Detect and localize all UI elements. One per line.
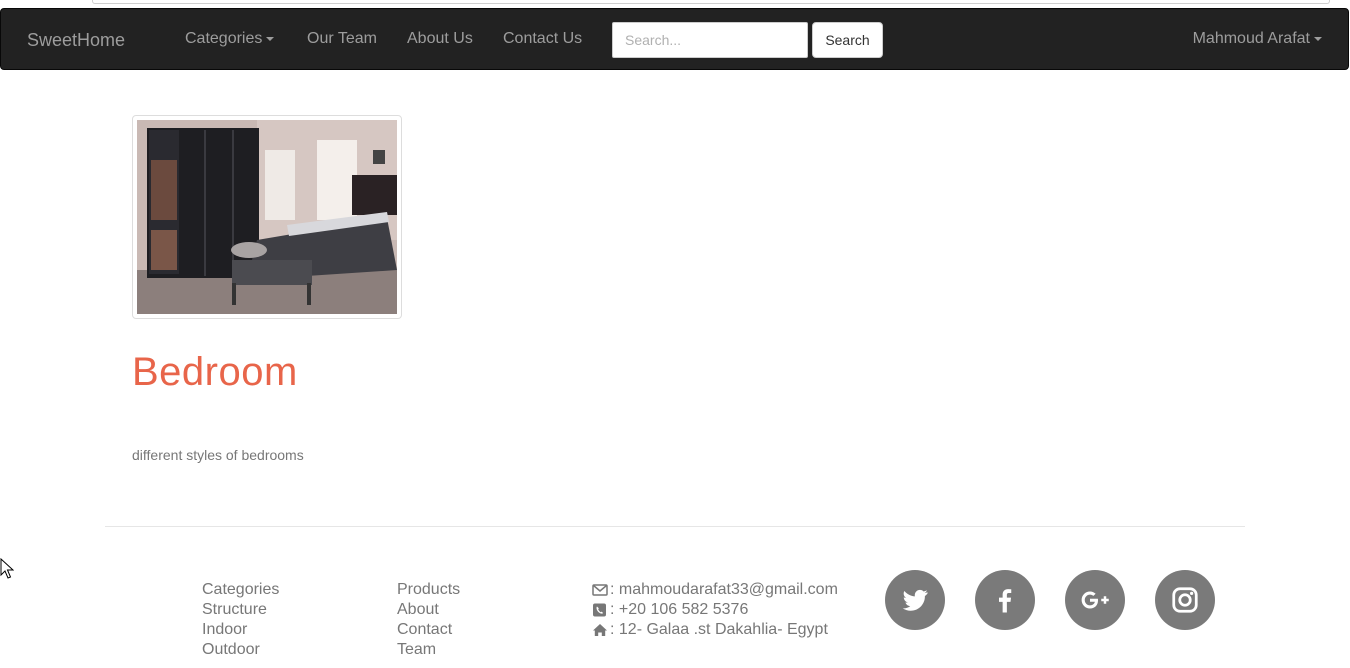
- footer-link-structure[interactable]: Structure: [202, 600, 279, 620]
- footer-link-about[interactable]: About: [397, 600, 460, 620]
- facebook-button[interactable]: [975, 570, 1035, 630]
- footer-link-categories[interactable]: Categories: [202, 580, 279, 600]
- browser-top-strip: [0, 0, 1350, 8]
- nav-link-contact-us[interactable]: Contact Us: [503, 30, 582, 48]
- user-name: Mahmoud Arafat: [1192, 30, 1310, 47]
- brand-link[interactable]: SweetHome: [27, 30, 125, 51]
- bedroom-photo: [137, 120, 397, 314]
- footer-link-products[interactable]: Products: [397, 580, 460, 600]
- footer-link-outdoor[interactable]: Outdoor: [202, 640, 279, 660]
- instagram-button[interactable]: [1155, 570, 1215, 630]
- search-button[interactable]: Search: [812, 22, 883, 58]
- phone-icon: [593, 603, 606, 617]
- footer-contact-info: : mahmoudarafat33@gmail.com : +20 106 58…: [592, 580, 838, 640]
- footer-divider: [105, 526, 1245, 527]
- contact-address: : 12- Galaa .st Dakahlia- Egypt: [592, 620, 838, 640]
- nav-link-about-us[interactable]: About Us: [407, 30, 473, 48]
- address-field-edge: [92, 0, 1330, 4]
- footer-link-contact[interactable]: Contact: [397, 620, 460, 640]
- contact-email: : mahmoudarafat33@gmail.com: [592, 580, 838, 600]
- user-menu-dropdown[interactable]: Mahmoud Arafat: [1193, 30, 1322, 48]
- footer-column-categories: Categories Structure Indoor Outdoor: [202, 580, 279, 660]
- envelope-icon: [592, 584, 608, 596]
- contact-address-text: : 12- Galaa .st Dakahlia- Egypt: [610, 621, 828, 638]
- google-plus-button[interactable]: [1065, 570, 1125, 630]
- caret-down-icon: [266, 36, 275, 41]
- search-input[interactable]: [612, 22, 808, 58]
- category-description: different styles of bedrooms: [132, 447, 304, 463]
- instagram-icon: [1172, 587, 1198, 613]
- footer-link-indoor[interactable]: Indoor: [202, 620, 279, 640]
- categories-label: Categories: [185, 30, 263, 47]
- contact-phone-text: : +20 106 582 5376: [610, 601, 749, 618]
- category-title: Bedroom: [132, 350, 298, 394]
- categories-dropdown[interactable]: Categories: [185, 30, 275, 48]
- contact-email-text: : mahmoudarafat33@gmail.com: [610, 581, 838, 598]
- contact-phone: : +20 106 582 5376: [592, 600, 838, 620]
- navbar: SweetHome Categories Our Team About Us C…: [0, 8, 1349, 70]
- twitter-button[interactable]: [885, 570, 945, 630]
- nav-link-our-team[interactable]: Our Team: [307, 30, 377, 48]
- google-plus-icon: [1081, 591, 1109, 609]
- footer-column-pages: Products About Contact Team: [397, 580, 460, 660]
- twitter-icon: [902, 589, 928, 611]
- category-image[interactable]: [132, 115, 402, 319]
- facebook-icon: [999, 589, 1012, 613]
- home-icon: [593, 624, 607, 636]
- caret-down-icon: [1314, 36, 1322, 41]
- mouse-cursor-icon: [0, 558, 14, 579]
- footer-link-team[interactable]: Team: [397, 640, 460, 660]
